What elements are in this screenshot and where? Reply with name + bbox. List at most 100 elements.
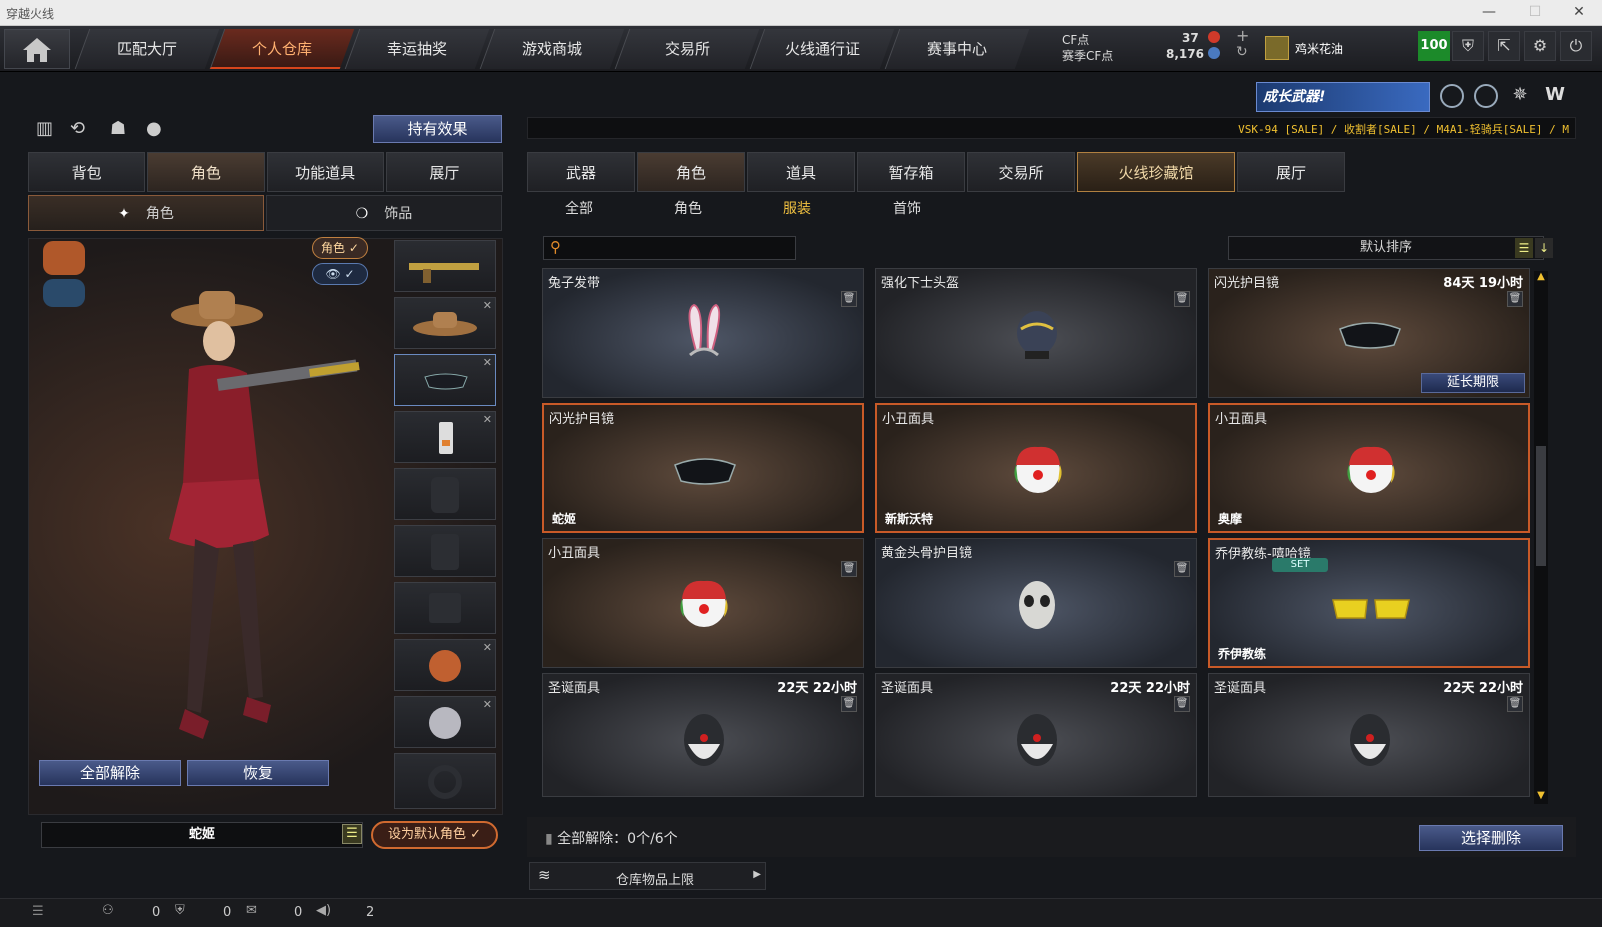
slot-body-armor[interactable]	[394, 525, 496, 577]
character-pose-icon[interactable]: ☗	[110, 118, 126, 139]
scroll-thumb[interactable]	[1536, 446, 1546, 566]
stats-icon[interactable]: ▥	[36, 118, 53, 139]
home-button[interactable]	[4, 29, 70, 69]
slot-hat[interactable]: ✕	[394, 297, 496, 349]
item-card[interactable]: 闪光护目镜 蛇姬	[542, 403, 864, 533]
storage-limit-bar[interactable]: ≋ 仓库物品上限 ▶	[529, 862, 766, 890]
search-input[interactable]: ⚲	[543, 236, 796, 260]
remove-icon[interactable]: ✕	[483, 356, 492, 369]
delete-icon[interactable]: 🗑	[1507, 696, 1523, 712]
exit-room-icon[interactable]: ⇱	[1488, 31, 1520, 61]
close-icon[interactable]: ✕	[1556, 0, 1602, 26]
item-card[interactable]: 圣诞面具 22天 22小时 🗑	[875, 673, 1197, 797]
nav-tab-battle-pass[interactable]: 火线通行证	[749, 29, 895, 69]
nav-tab-match-hall[interactable]: 匹配大厅	[74, 29, 220, 69]
w-logo-icon[interactable]: W	[1542, 84, 1568, 108]
promo-banner[interactable]: 成长武器!	[1256, 82, 1430, 112]
slot-silver-dragon[interactable]: ✕	[394, 696, 496, 748]
maximize-icon[interactable]: ☐	[1512, 0, 1558, 26]
tab-roles[interactable]: 角色	[637, 152, 745, 192]
delete-icon[interactable]: 🗑	[841, 291, 857, 307]
slot-radio[interactable]: ✕	[394, 411, 496, 463]
nav-tab-personal-warehouse[interactable]: 个人仓库	[209, 29, 355, 69]
tab-items[interactable]: 道具	[747, 152, 855, 192]
item-card[interactable]: 乔伊教练-嘻哈镜 SET 乔伊教练	[1208, 538, 1530, 668]
delete-icon[interactable]: 🗑	[1174, 291, 1190, 307]
eagle-emblem-icon[interactable]	[43, 241, 85, 275]
tab-showroom-right[interactable]: 展厅	[1237, 152, 1345, 192]
scrollbar[interactable]: ▲ ▼	[1534, 271, 1548, 804]
delete-icon[interactable]: 🗑	[1174, 561, 1190, 577]
globe-icon[interactable]	[1474, 84, 1498, 108]
chat-icon[interactable]: ✉	[246, 903, 257, 918]
slot-vest[interactable]	[394, 468, 496, 520]
tab-character[interactable]: 角色	[147, 152, 265, 192]
tab-showroom[interactable]: 展厅	[385, 152, 503, 192]
item-card[interactable]: 圣诞面具 22天 22小时 🗑	[542, 673, 864, 797]
slot-ring[interactable]	[394, 753, 496, 809]
nav-tab-exchange[interactable]: 交易所	[614, 29, 760, 69]
sort-dropdown[interactable]: 默认排序	[1228, 236, 1544, 260]
sort-menu-icon[interactable]: ☰	[1515, 238, 1533, 258]
item-card[interactable]: 兔子发带 🗑	[542, 268, 864, 398]
rotate-view-icon[interactable]: ⟲	[70, 118, 85, 139]
star-badge-icon[interactable]: ✵	[1508, 84, 1532, 108]
slot-weapon[interactable]	[394, 240, 496, 292]
user-info[interactable]: 鸡米花油	[1265, 34, 1395, 64]
item-card[interactable]: 小丑面具 奥摩	[1208, 403, 1530, 533]
scroll-up-icon[interactable]: ▲	[1534, 271, 1548, 285]
list-menu-icon[interactable]: ☰	[342, 824, 362, 844]
remove-icon[interactable]: ✕	[483, 698, 492, 711]
remove-icon[interactable]: ✕	[483, 413, 492, 426]
gear-icon[interactable]: ⚙	[1524, 31, 1556, 61]
scroll-down-icon[interactable]: ▼	[1534, 790, 1548, 804]
restore-button[interactable]: 恢复	[187, 760, 329, 786]
tab-temp-box[interactable]: 暂存箱	[857, 152, 965, 192]
clan-icon[interactable]: ⛨	[175, 903, 185, 918]
item-card[interactable]: 小丑面具 🗑	[542, 538, 864, 668]
secondary-emblem-icon[interactable]	[43, 279, 85, 307]
role-toggle[interactable]: 角色 ✓	[312, 237, 368, 259]
delete-icon[interactable]: 🗑	[841, 561, 857, 577]
subcat-all[interactable]: 全部	[565, 198, 593, 218]
sort-direction-icon[interactable]: ↓	[1535, 238, 1553, 258]
badge-icon-1[interactable]	[1440, 84, 1464, 108]
add-icon[interactable]: +	[1236, 26, 1249, 45]
subcat-jewelry[interactable]: 首饰	[893, 198, 921, 218]
minimize-icon[interactable]: —	[1466, 0, 1512, 26]
tab-backpack[interactable]: 背包	[28, 152, 146, 192]
power-icon[interactable]: ⏻	[1560, 31, 1592, 61]
subcat-clothing[interactable]: 服装	[783, 198, 811, 218]
tab-weapons[interactable]: 武器	[527, 152, 635, 192]
grenade-icon[interactable]: ●	[146, 118, 162, 139]
holding-effect-button[interactable]: 持有效果	[373, 115, 502, 143]
tab-function-items[interactable]: 功能道具	[266, 152, 384, 192]
refresh-icon[interactable]: ↻	[1236, 44, 1248, 60]
item-card[interactable]: 圣诞面具 22天 22小时 🗑	[1208, 673, 1530, 797]
speaker-icon[interactable]: ◀)	[316, 903, 331, 918]
delete-icon[interactable]: 🗑	[1507, 291, 1523, 307]
select-delete-button[interactable]: 选择删除	[1419, 825, 1563, 851]
tab-collection-hall[interactable]: 火线珍藏馆	[1077, 152, 1235, 192]
character-name-field[interactable]: 蛇姬	[41, 822, 363, 848]
friends-icon[interactable]: ⚇	[102, 903, 114, 918]
slot-goggles[interactable]: ✕	[394, 354, 496, 406]
item-card[interactable]: 强化下士头盔 🗑	[875, 268, 1197, 398]
item-card[interactable]: 小丑面具 新斯沃特	[875, 403, 1197, 533]
unequip-all-button[interactable]: 全部解除	[39, 760, 181, 786]
remove-icon[interactable]: ✕	[483, 299, 492, 312]
extend-period-button[interactable]: 延长期限	[1421, 373, 1525, 393]
slot-dragon-accessory[interactable]: ✕	[394, 639, 496, 691]
item-card[interactable]: 闪光护目镜 84天 19小时 🗑 延长期限	[1208, 268, 1530, 398]
set-default-character-button[interactable]: 设为默认角色 ✓	[371, 821, 498, 849]
nav-tab-event-center[interactable]: 赛事中心	[884, 29, 1030, 69]
menu-icon[interactable]: ☰	[32, 904, 44, 919]
shield-icon[interactable]: ⛨	[1452, 31, 1484, 61]
nav-tab-lucky-draw[interactable]: 幸运抽奖	[344, 29, 490, 69]
delete-icon[interactable]: 🗑	[1174, 696, 1190, 712]
subcat-role[interactable]: 角色	[674, 198, 702, 218]
subtab-accessories[interactable]: ❍ 饰品	[266, 195, 502, 231]
subtab-character[interactable]: ✦ 角色	[28, 195, 264, 231]
tab-exchange[interactable]: 交易所	[967, 152, 1075, 192]
delete-icon[interactable]: 🗑	[841, 696, 857, 712]
